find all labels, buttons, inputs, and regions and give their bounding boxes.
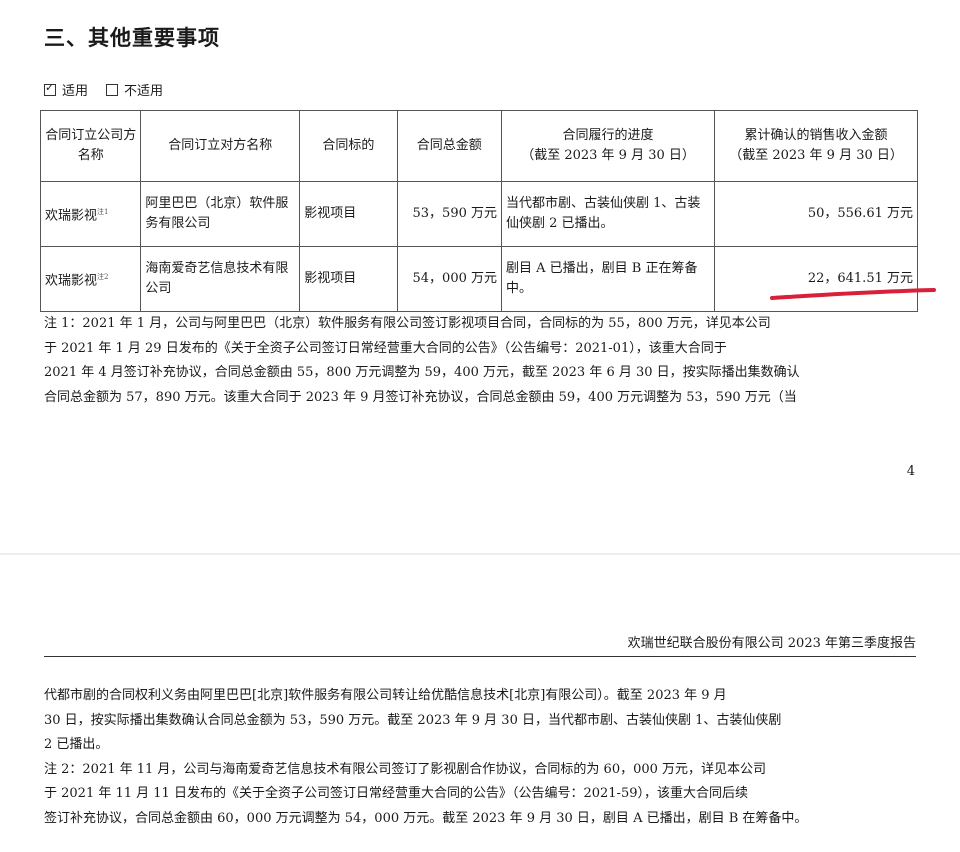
cell-company: 欢瑞影视注2 [39, 246, 142, 312]
major-contracts-table: 合同订立公司方名称 合同订立对方名称 合同标的 合同总金额 合同履行的进度 （截… [39, 110, 918, 312]
page-break [0, 553, 960, 555]
applicability-options: 适用 不适用 [44, 80, 163, 99]
cell-subject: 影视项目 [299, 246, 398, 312]
note-1: 注 1：2021 年 1 月，公司与阿里巴巴（北京）软件服务有限公司签订影视项目… [44, 312, 924, 410]
red-underline-annotation [770, 288, 936, 300]
page-number: 4 [906, 464, 915, 479]
cell-progress: 剧目 A 已播出，剧目 B 正在筹备中。 [501, 246, 716, 312]
applicable-checkbox[interactable] [44, 81, 56, 96]
section-title: 三、其他重要事项 [44, 26, 220, 50]
header-total-amount: 合同总金额 [396, 110, 503, 182]
table-header-row: 合同订立公司方名称 合同订立对方名称 合同标的 合同总金额 合同履行的进度 （截… [39, 110, 918, 182]
cell-progress: 当代都市剧、古装仙侠剧 1、古装仙侠剧 2 已播出。 [501, 181, 716, 247]
not-applicable-checkbox[interactable] [106, 83, 119, 96]
note-line: 于 2021 年 1 月 29 日发布的《关于全资子公司签订日常经营重大合同的公… [44, 340, 727, 356]
header-counterparty: 合同订立对方名称 [140, 110, 301, 182]
header-progress: 合同履行的进度 （截至 2023 年 9 月 30 日） [501, 110, 716, 182]
note-line: 注 2：2021 年 11 月，公司与海南爱奇艺信息技术有限公司签订了影视剧合作… [44, 761, 767, 777]
table-row: 欢瑞影视注1 阿里巴巴（北京）软件服务有限公司 影视项目 53，590 万元 当… [39, 181, 918, 247]
note-line: 30 日，按实际播出集数确认合同总金额为 53，590 万元。截至 2023 年… [44, 712, 782, 728]
note-line: 签订补充协议，合同总金额由 60，000 万元调整为 54，000 万元。截至 … [44, 810, 808, 826]
note-line: 2 已播出。 [44, 737, 109, 752]
note-continuation: 代都市剧的合同权利义务由阿里巴巴[北京]软件服务有限公司转让给优酷信息技术[北京… [44, 684, 924, 831]
cell-revenue: 50，556.61 万元 [714, 181, 918, 247]
header-rule [44, 656, 916, 657]
note-line: 代都市剧的合同权利义务由阿里巴巴[北京]软件服务有限公司转让给优酷信息技术[北京… [44, 688, 727, 703]
applicable-label: 适用 [62, 84, 89, 99]
cell-total-amount: 54，000 万元 [396, 246, 503, 312]
note-line: 合同总金额为 57，890 万元。该重大合同于 2023 年 9 月签订补充协议… [44, 389, 797, 405]
footnote-ref: 注1 [97, 207, 109, 216]
note-line: 2021 年 4 月签订补充协议，合同总金额由 55，800 万元调整为 59，… [44, 365, 800, 380]
not-applicable-label: 不适用 [124, 84, 164, 99]
header-company: 合同订立公司方名称 [39, 110, 142, 182]
cell-counterparty: 海南爱奇艺信息技术有限公司 [140, 246, 301, 312]
cell-counterparty: 阿里巴巴（北京）软件服务有限公司 [140, 181, 301, 247]
cell-company: 欢瑞影视注1 [39, 181, 142, 247]
header-revenue-sub: （截至 2023 年 9 月 30 日） [729, 148, 903, 163]
footnote-ref: 注2 [97, 272, 109, 281]
header-progress-title: 合同履行的进度 [562, 128, 654, 143]
header-revenue-title: 累计确认的销售收入金额 [744, 128, 888, 143]
note-line: 注 1：2021 年 1 月，公司与阿里巴巴（北京）软件服务有限公司签订影视项目… [44, 316, 771, 331]
header-revenue: 累计确认的销售收入金额 （截至 2023 年 9 月 30 日） [714, 110, 918, 182]
cell-subject: 影视项目 [299, 181, 398, 247]
note-line: 于 2021 年 11 月 11 日发布的《关于全资子公司签订日常经营重大合同的… [44, 786, 748, 801]
header-progress-sub: （截至 2023 年 9 月 30 日） [521, 148, 695, 163]
report-header: 欢瑞世纪联合股份有限公司 2023 年第三季度报告 [627, 636, 916, 651]
header-subject: 合同标的 [299, 110, 398, 182]
cell-total-amount: 53，590 万元 [396, 181, 503, 247]
